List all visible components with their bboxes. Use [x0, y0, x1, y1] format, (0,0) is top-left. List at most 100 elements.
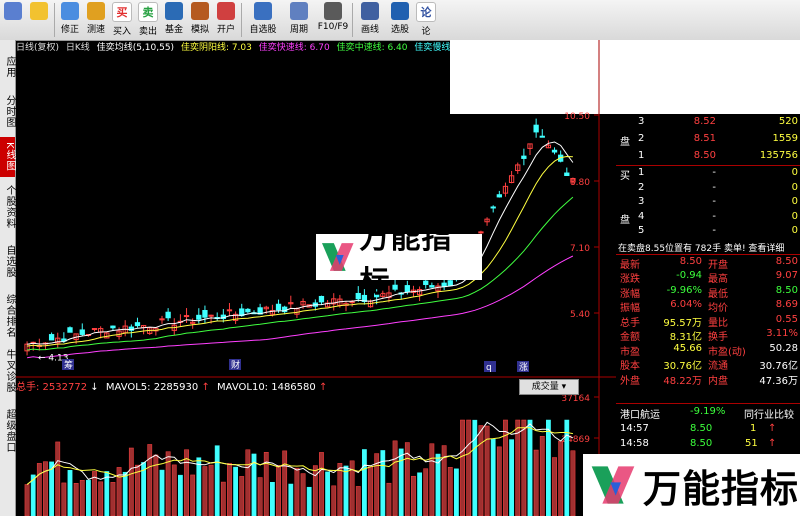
buy-order-row: 买1 - 0 — [616, 167, 800, 182]
cell: 2 — [638, 133, 645, 144]
pen-icon — [361, 2, 379, 20]
sell-order-row: 3 8.52 520 — [616, 116, 800, 128]
grid-button[interactable] — [0, 0, 26, 38]
fund-icon — [165, 2, 183, 20]
cell: 市盈(动) — [708, 346, 746, 358]
volume-bar — [159, 469, 165, 516]
up-down-icon — [61, 2, 79, 20]
volume-bar — [153, 454, 159, 516]
toolbar-button-label: 测速 — [86, 25, 105, 35]
volume-header: 总手: 2532772 ↓ MAVOL5: 2285930 ↑ MAVOL10:… — [16, 378, 327, 393]
forum-icon: 论 — [416, 2, 436, 22]
price-tick-label: 7.10 — [570, 244, 590, 254]
left-tab-6[interactable]: 牛叉诊股 — [0, 345, 15, 397]
cell: 30.76亿 — [663, 361, 702, 372]
volume-bar — [417, 472, 422, 516]
tick-row: 14:57 8.50 1 ↑ — [620, 423, 800, 435]
candle-body — [79, 329, 85, 335]
back-arrow-button[interactable] — [26, 0, 52, 38]
account-icon — [217, 2, 235, 20]
volume-bar — [447, 467, 453, 516]
quote-row: 金额 8.31亿 换手 3.11% — [616, 328, 800, 343]
left-tab-3[interactable]: 个股资料 — [0, 182, 15, 232]
cell: 3.11% — [766, 328, 798, 339]
watermark-logo: 万能指标 — [316, 221, 482, 300]
chart-mark: 涨 — [519, 362, 528, 373]
volume-bar — [288, 483, 294, 516]
filter-button[interactable]: 选股 — [385, 0, 415, 38]
cell: 135756 — [759, 150, 798, 161]
industry-compare-link[interactable]: 同行业比较 — [744, 406, 794, 421]
cell: 8.50 — [693, 150, 716, 161]
sell-button[interactable]: 卖卖出 — [135, 0, 161, 38]
cell: 45.66 — [673, 342, 702, 354]
tick-price: 8.50 — [690, 438, 713, 449]
candle-body — [67, 327, 73, 333]
left-tab-7[interactable]: 超级盘口 — [0, 402, 15, 460]
industry-row[interactable]: 港口航运 -9.19% 同行业比较 — [620, 406, 800, 421]
toolbar-button-label: 选股 — [390, 25, 409, 35]
left-tab-1[interactable]: 分时图 — [0, 90, 15, 132]
cell: 3 — [638, 116, 645, 127]
order-alert-text[interactable]: 在卖盘8.55位置有 782手 卖单! 查看详细 — [618, 241, 784, 254]
volume-bar — [43, 461, 48, 516]
candle-body — [564, 172, 570, 176]
left-tab-0[interactable]: 应用 — [0, 50, 15, 84]
tick-volume: 51 — [745, 438, 758, 449]
volume-bar — [178, 474, 183, 516]
left-tab-5[interactable]: 综合排名 — [0, 290, 15, 342]
cell: 48.22万 — [663, 375, 702, 387]
cell: 买 — [620, 171, 630, 182]
divider — [616, 165, 800, 166]
hammer-icon — [191, 2, 209, 20]
cell: 换手 — [708, 332, 728, 343]
cell: 6.04% — [670, 299, 702, 310]
cell: -0.94 — [676, 270, 702, 281]
speed-button[interactable]: 测速 — [83, 0, 109, 38]
cell: 量比 — [708, 317, 728, 329]
hammer-button[interactable]: 模拟 — [187, 0, 213, 38]
total-volume-label: 总手: 2532772 — [16, 382, 88, 393]
f10-button[interactable]: F10/F9 — [316, 0, 350, 38]
ma20-line — [27, 196, 574, 351]
forum-button[interactable]: 论论 — [415, 0, 437, 38]
cell: 1 — [638, 167, 645, 178]
cell: 0 — [791, 196, 798, 207]
toolbar-button-label: 修正 — [60, 25, 79, 35]
toolbar-button-label: 卖出 — [138, 27, 157, 37]
filter-icon — [391, 2, 409, 20]
clock-icon — [290, 2, 308, 20]
cell: 47.36万 — [759, 375, 798, 387]
left-tab-2[interactable]: K线图 — [0, 137, 15, 177]
cell: 95.57万 — [663, 317, 702, 329]
volume-bar — [282, 450, 288, 516]
account-button[interactable]: 开户 — [213, 0, 239, 38]
volume-bar — [270, 481, 275, 516]
buy-icon: 买 — [112, 2, 132, 22]
quote-row: 振幅 6.04% 均价 8.69 — [616, 299, 800, 314]
cell: 0.55 — [775, 313, 798, 325]
price-tick-label: 5.40 — [570, 310, 590, 320]
volume-indicator-select[interactable]: 成交量 ▾ — [519, 379, 579, 395]
candle-body — [91, 328, 98, 331]
volume-bar — [61, 482, 67, 516]
chart-mark: 筹 — [64, 359, 73, 371]
cell: 流通 — [708, 361, 728, 372]
order-alert[interactable]: 在卖盘8.55位置有 782手 卖单! 查看详细 — [616, 241, 800, 254]
clock-button[interactable]: 周期 — [282, 0, 316, 38]
left-tab-4[interactable]: 自选股 — [0, 236, 15, 286]
buy-button[interactable]: 买买入 — [109, 0, 135, 38]
volume-bar — [472, 419, 478, 516]
cell: -9.96% — [666, 284, 702, 296]
mavol10-label: MAVOL10: 1486580 — [217, 382, 316, 393]
candle-body — [183, 315, 190, 318]
favorites-button[interactable]: 自选股 — [244, 0, 282, 38]
logo-text: 万能指标 — [359, 221, 453, 300]
candle-body — [533, 124, 539, 133]
fund-button[interactable]: 基金 — [161, 0, 187, 38]
cell: 1559 — [772, 133, 798, 144]
pen-button[interactable]: 画线 — [355, 0, 385, 38]
toolbar-button-label: 画线 — [360, 25, 379, 35]
up-down-button[interactable]: 修正 — [57, 0, 83, 38]
volume-bar — [98, 481, 104, 516]
